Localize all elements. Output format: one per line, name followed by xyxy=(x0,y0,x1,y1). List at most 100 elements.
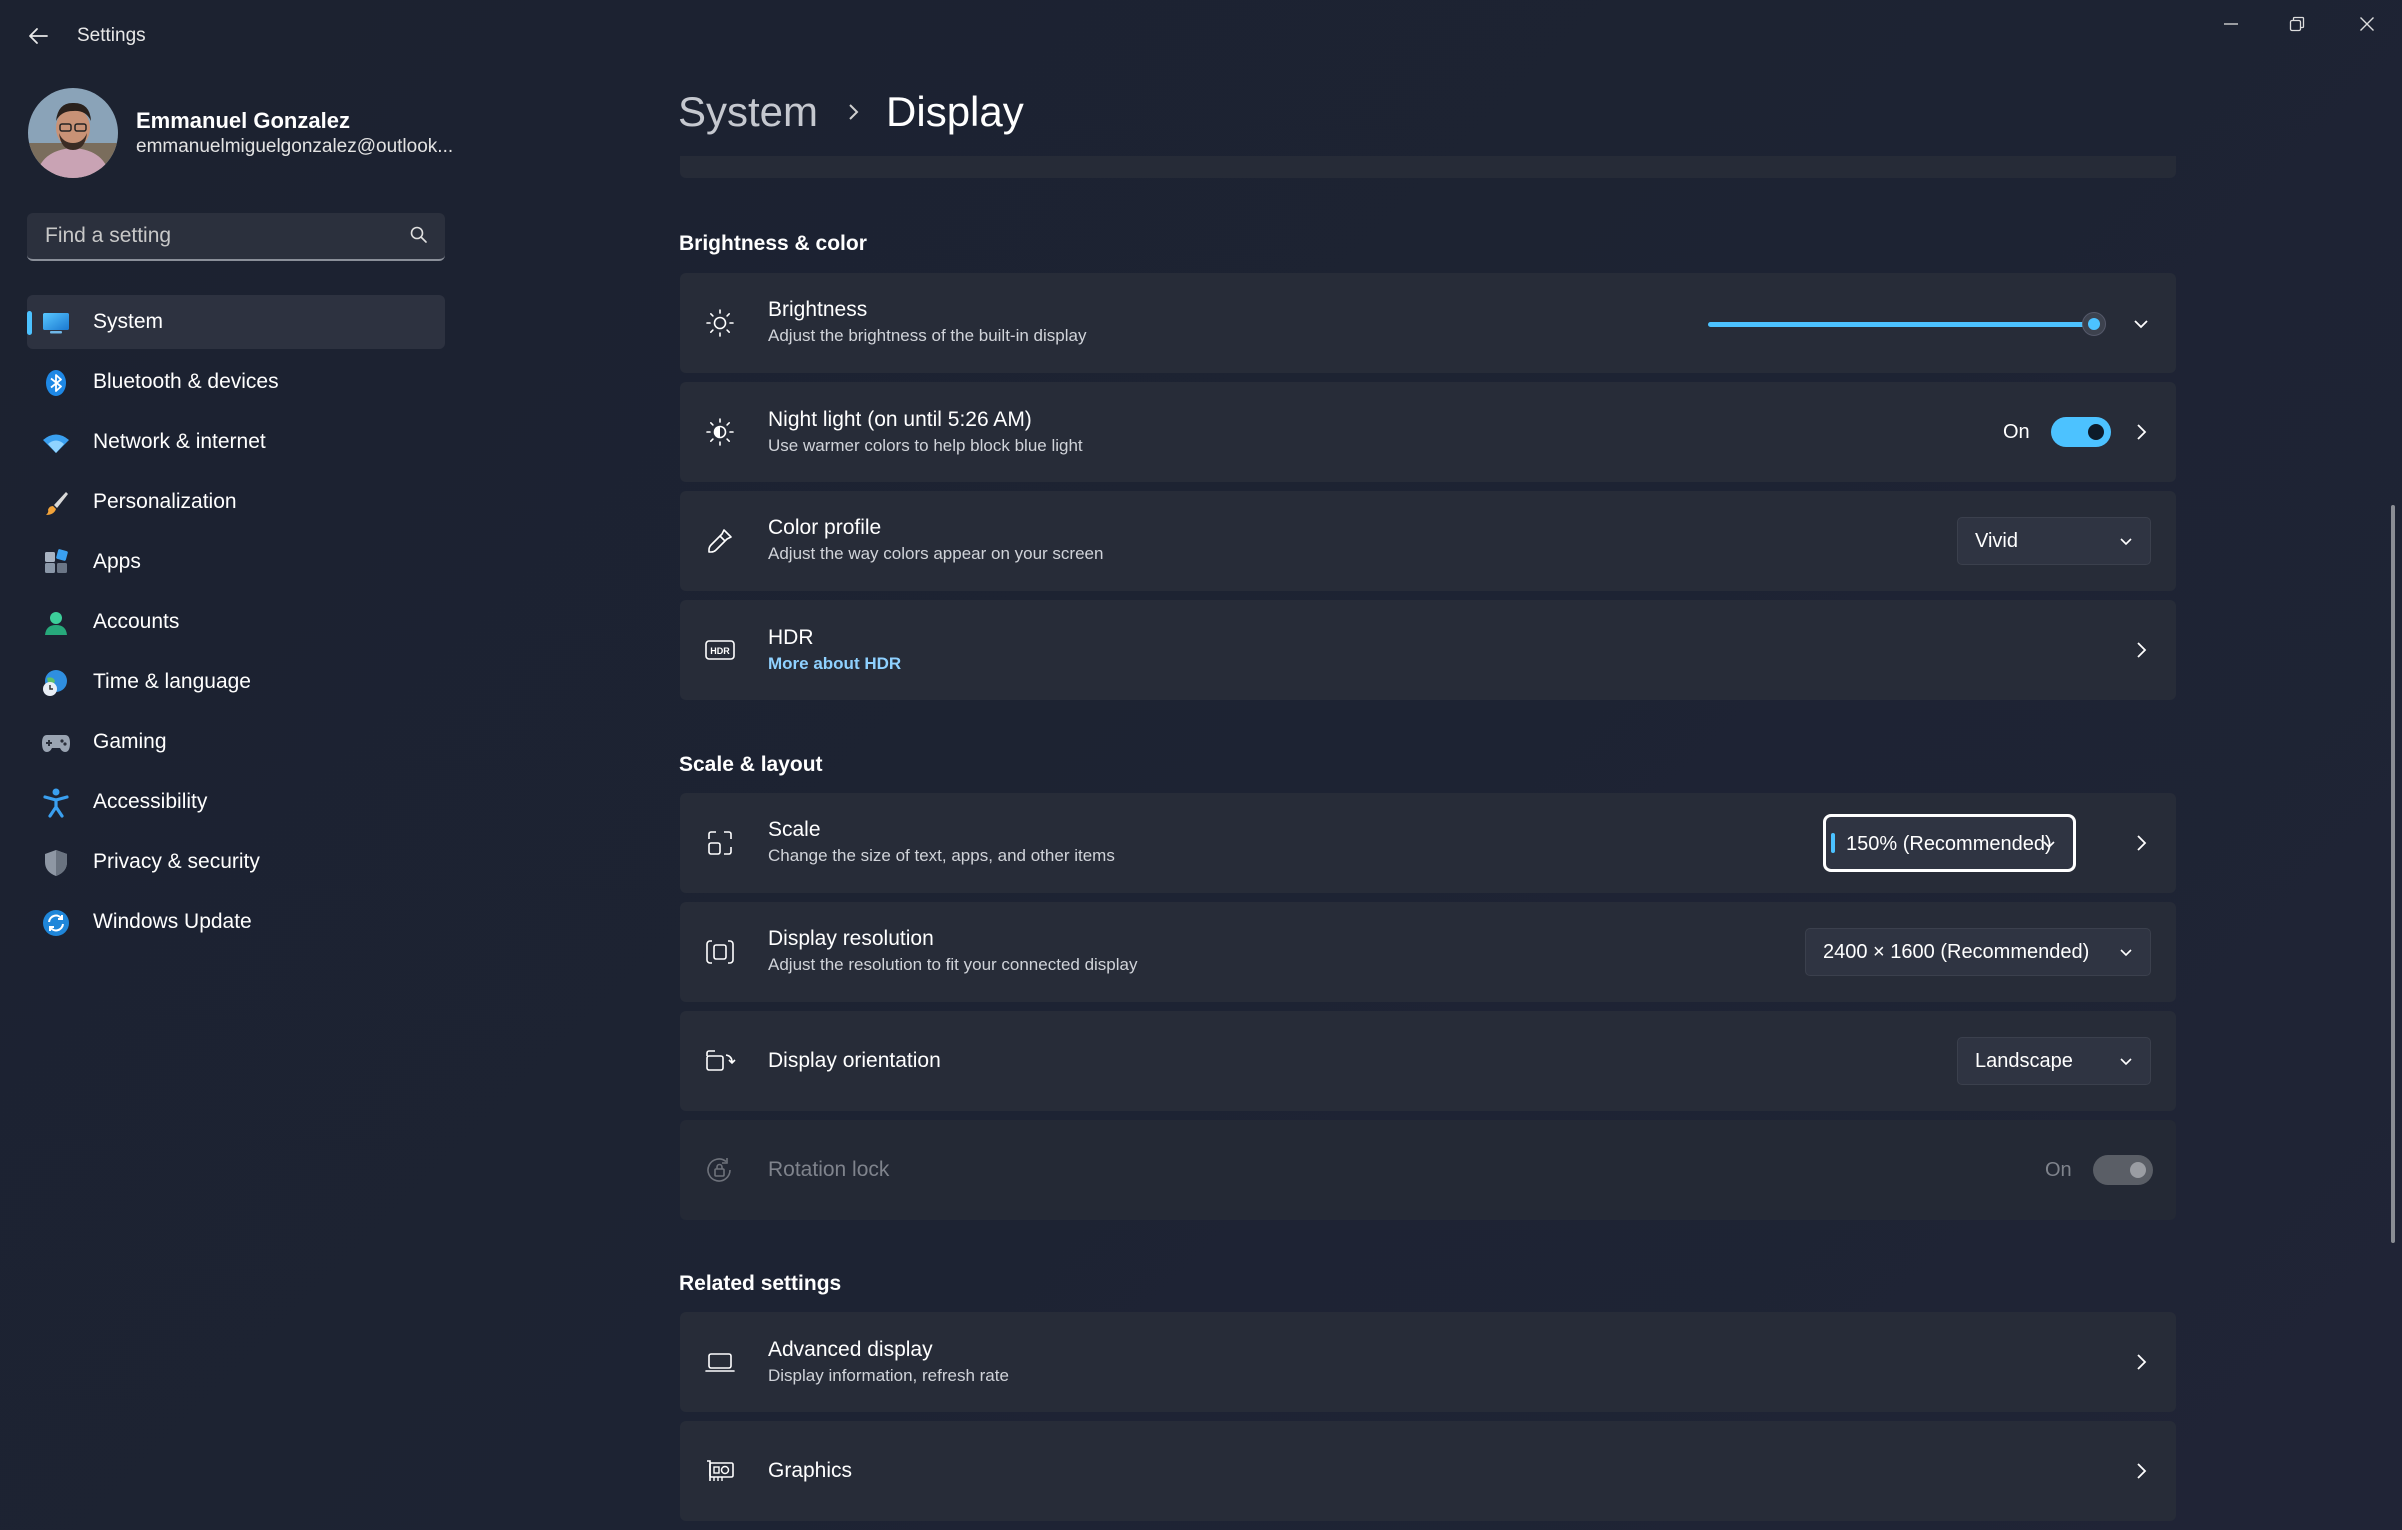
rotation-lock-icon xyxy=(704,1154,736,1186)
dropdown-value: Vivid xyxy=(1975,530,2018,552)
sidebar-item-accounts[interactable]: Accounts xyxy=(27,595,445,649)
sidebar-item-apps[interactable]: Apps xyxy=(27,535,445,589)
color-profile-card: Color profile Adjust the way colors appe… xyxy=(680,491,2176,591)
orientation-icon xyxy=(704,1045,736,1077)
rotation-lock-toggle xyxy=(2093,1155,2153,1185)
night-light-subtitle: Use warmer colors to help block blue lig… xyxy=(768,436,1083,455)
restore-button[interactable] xyxy=(2262,4,2332,44)
resolution-icon xyxy=(704,936,736,968)
advanced-display-subtitle: Display information, refresh rate xyxy=(768,1366,1009,1385)
advanced-display-card[interactable]: Advanced display Display information, re… xyxy=(680,1312,2176,1412)
display-orientation-title: Display orientation xyxy=(768,1049,941,1072)
sidebar-item-label: Windows Update xyxy=(93,910,252,933)
apps-icon xyxy=(41,548,71,578)
search-icon[interactable] xyxy=(409,225,429,245)
back-button[interactable] xyxy=(22,20,54,52)
focus-indicator xyxy=(1831,833,1835,853)
sidebar-item-label: Personalization xyxy=(93,490,237,513)
chevron-right-icon xyxy=(2137,642,2147,658)
sidebar-item-personalization[interactable]: Personalization xyxy=(27,475,445,529)
night-light-card[interactable]: Night light (on until 5:26 AM) Use warme… xyxy=(680,382,2176,482)
display-resolution-dropdown[interactable]: 2400 × 1600 (Recommended) xyxy=(1805,928,2151,976)
sidebar-item-network[interactable]: Network & internet xyxy=(27,415,445,469)
graphics-title: Graphics xyxy=(768,1459,853,1482)
sidebar-item-bluetooth[interactable]: Bluetooth & devices xyxy=(27,355,445,409)
accessibility-icon xyxy=(41,788,71,818)
display-orientation-card: Display orientation Landscape xyxy=(680,1011,2176,1111)
back-arrow-icon xyxy=(29,28,48,44)
section-title-scale-layout: Scale & layout xyxy=(679,753,823,776)
sidebar-item-label: Privacy & security xyxy=(93,850,260,873)
sidebar-item-privacy[interactable]: Privacy & security xyxy=(27,835,445,889)
active-indicator xyxy=(27,311,32,335)
svg-text:HDR: HDR xyxy=(710,646,730,656)
avatar[interactable] xyxy=(28,88,118,178)
dropdown-value: 2400 × 1600 (Recommended) xyxy=(1823,941,2090,963)
slider-track xyxy=(1708,322,2096,327)
slider-thumb-dot xyxy=(2088,318,2100,330)
sidebar-item-label: Network & internet xyxy=(93,430,266,453)
chevron-right-icon xyxy=(849,104,859,120)
graphics-card[interactable]: Graphics xyxy=(680,1421,2176,1521)
laptop-icon xyxy=(704,1346,736,1378)
sidebar-item-windows-update[interactable]: Windows Update xyxy=(27,895,445,949)
section-title-brightness-color: Brightness & color xyxy=(679,232,867,255)
display-resolution-title: Display resolution xyxy=(768,927,934,950)
chevron-down-icon xyxy=(2120,949,2132,957)
scale-subtitle: Change the size of text, apps, and other… xyxy=(768,846,1115,865)
rotation-lock-title: Rotation lock xyxy=(768,1158,890,1181)
sidebar-item-accessibility[interactable]: Accessibility xyxy=(27,775,445,829)
sidebar-item-time-language[interactable]: Time & language xyxy=(27,655,445,709)
sidebar-item-gaming[interactable]: Gaming xyxy=(27,715,445,769)
brightness-subtitle: Adjust the brightness of the built-in di… xyxy=(768,326,1087,345)
chevron-right-icon xyxy=(2137,1354,2147,1370)
chevron-right-icon xyxy=(2137,835,2147,851)
night-light-toggle-label: On xyxy=(2003,421,2030,443)
sidebar-nav: System Bluetooth & devices Network & int… xyxy=(27,295,445,955)
hdr-title: HDR xyxy=(768,626,814,649)
chevron-right-icon xyxy=(2137,424,2147,440)
settings-content: Brightness & color Brightness Adjust the… xyxy=(679,150,2178,1530)
chevron-right-icon xyxy=(2137,1463,2147,1479)
sidebar-item-label: Accessibility xyxy=(93,790,208,813)
profile-photo xyxy=(28,88,118,178)
chevron-down-icon xyxy=(2043,841,2055,849)
color-profile-title: Color profile xyxy=(768,516,882,539)
hdr-card[interactable]: HDR HDR More about HDR xyxy=(680,600,2176,700)
dropdown-value: Landscape xyxy=(1975,1050,2073,1072)
brightness-slider[interactable] xyxy=(1706,309,2106,339)
breadcrumb-parent[interactable]: System xyxy=(678,88,818,136)
wifi-icon xyxy=(41,428,71,458)
brightness-title: Brightness xyxy=(768,298,868,321)
slider-thumb[interactable] xyxy=(2082,312,2106,336)
rotation-lock-card: Rotation lock On xyxy=(680,1120,2176,1220)
close-button[interactable] xyxy=(2332,4,2402,44)
scale-card[interactable]: Scale Change the size of text, apps, and… xyxy=(680,793,2176,893)
chevron-down-icon[interactable] xyxy=(2132,315,2150,333)
bluetooth-icon xyxy=(41,368,71,398)
scrollbar[interactable] xyxy=(2391,505,2395,1243)
scale-dropdown[interactable]: 150% (Recommended) xyxy=(1823,814,2076,872)
display-resolution-subtitle: Adjust the resolution to fit your connec… xyxy=(768,955,1138,974)
sun-icon xyxy=(704,307,736,339)
display-orientation-dropdown[interactable]: Landscape xyxy=(1957,1037,2151,1085)
search-input[interactable] xyxy=(43,213,407,259)
scale-title: Scale xyxy=(768,818,821,841)
eyedropper-icon xyxy=(704,525,736,557)
title-bar: Settings xyxy=(0,0,2402,70)
sidebar-item-system[interactable]: System xyxy=(27,295,445,349)
page-title: Display xyxy=(886,88,1024,135)
night-light-icon xyxy=(704,416,736,448)
sidebar-item-label: System xyxy=(93,310,164,333)
sidebar-item-label: Bluetooth & devices xyxy=(93,370,279,393)
scale-icon xyxy=(704,827,736,859)
night-light-toggle[interactable] xyxy=(2051,417,2111,447)
gamepad-icon xyxy=(41,728,71,758)
search-box[interactable] xyxy=(27,213,445,261)
paintbrush-icon xyxy=(41,488,71,518)
dropdown-value: 150% (Recommended) xyxy=(1846,833,2052,855)
color-profile-dropdown[interactable]: Vivid xyxy=(1957,517,2151,565)
more-about-hdr-link[interactable]: More about HDR xyxy=(768,654,901,674)
color-profile-subtitle: Adjust the way colors appear on your scr… xyxy=(768,544,1104,563)
minimize-button[interactable] xyxy=(2196,4,2266,44)
